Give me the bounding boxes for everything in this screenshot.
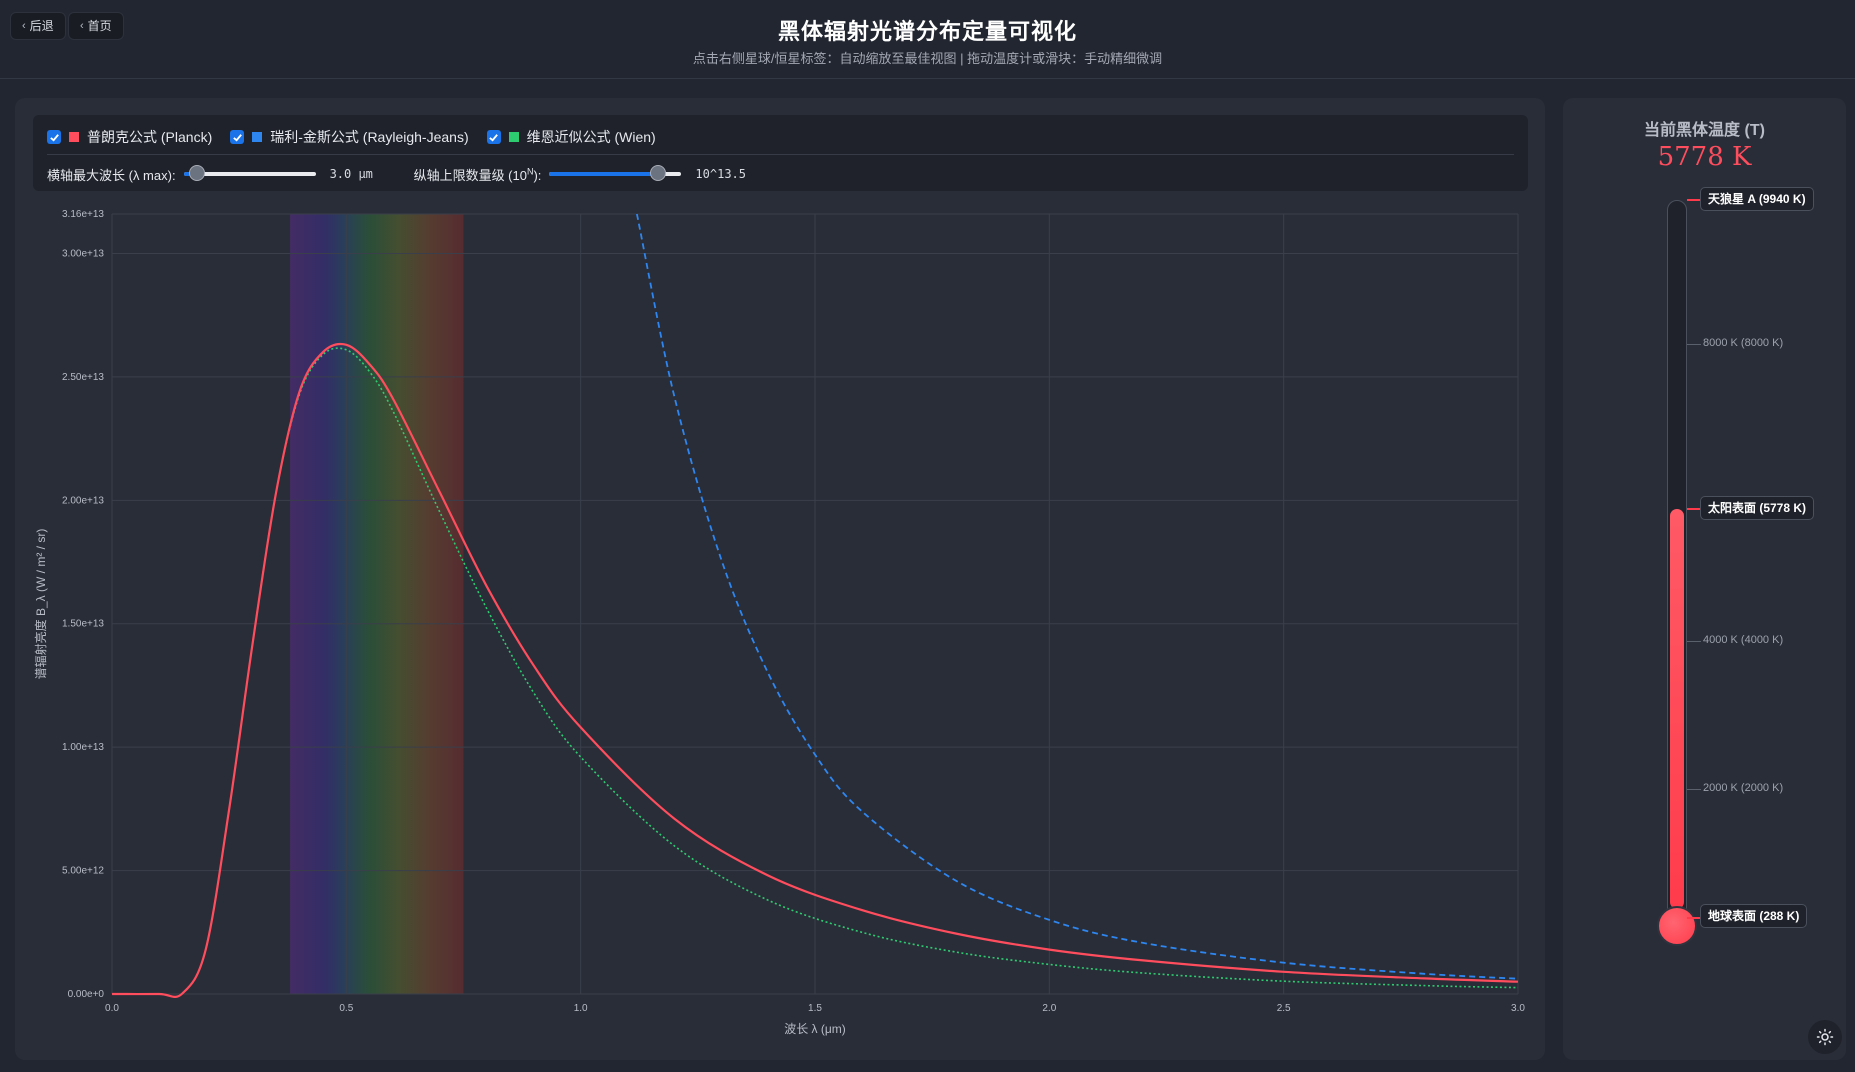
spectrum-chart: 0.00e+0 5.00e+12 1.00e+13 1.50e+13 2.00e+13 2… bbox=[33, 209, 1525, 1036]
y-tick-label: 3.00e+13 bbox=[62, 248, 104, 259]
star-tag-sirius[interactable]: 天狼星 A (9940 K) bbox=[1700, 187, 1814, 211]
legend-item-wien[interactable]: 维恩近似公式 (Wien) bbox=[486, 127, 656, 147]
slider-row: 横轴最大波长 (λ max): 3.0 μm 纵轴上限数量级 (10N): 10… bbox=[47, 162, 746, 186]
legend-label-wien: 维恩近似公式 (Wien) bbox=[526, 129, 656, 145]
y-tick-label: 1.50e+13 bbox=[62, 619, 104, 630]
thermo-tick-label-4000: 4000 K (4000 K) bbox=[1703, 634, 1784, 646]
legend: 普朗克公式 (Planck) 瑞利-金斯公式 (Rayleigh-Jeans) … bbox=[47, 126, 674, 148]
ymax-label-text: 纵轴上限数量级 (10 bbox=[413, 167, 527, 183]
thermo-tick-label-2000: 2000 K (2000 K) bbox=[1703, 782, 1784, 794]
chart-panel: 普朗克公式 (Planck) 瑞利-金斯公式 (Rayleigh-Jeans) … bbox=[15, 98, 1545, 1060]
chart-controls: 普朗克公式 (Planck) 瑞利-金斯公式 (Rayleigh-Jeans) … bbox=[33, 115, 1528, 191]
legend-label-rayleigh-jeans: 瑞利-金斯公式 (Rayleigh-Jeans) bbox=[270, 129, 469, 145]
temperature-title: 当前黑体温度 (T) bbox=[1644, 122, 1765, 139]
star-tag-sun[interactable]: 太阳表面 (5778 K) bbox=[1700, 496, 1815, 520]
thermo-tick bbox=[1687, 641, 1701, 642]
series-line-rayleigh-jeans bbox=[636, 213, 1519, 980]
check-icon bbox=[49, 133, 59, 142]
x-tick-label: 2.5 bbox=[1277, 1003, 1291, 1014]
theme-toggle-button[interactable] bbox=[1808, 1020, 1842, 1054]
y-tick-label: 5.00e+12 bbox=[62, 866, 104, 877]
ymax-slider-fill bbox=[549, 172, 658, 176]
thermometer-fill[interactable] bbox=[1670, 509, 1684, 909]
thermo-tick-label-8000: 8000 K (8000 K) bbox=[1703, 337, 1784, 349]
header-bar: ‹ 后退 ‹ 首页 黑体辐射光谱分布定量可视化 点击右侧星球/恒星标签：自动缩放… bbox=[0, 0, 1855, 79]
y-tick-label: 2.00e+13 bbox=[62, 495, 104, 506]
xmax-slider-handle[interactable] bbox=[188, 165, 205, 181]
x-tick-label: 3.0 bbox=[1511, 1003, 1525, 1014]
checkbox-planck[interactable] bbox=[47, 130, 61, 144]
page-subtitle: 点击右侧星球/恒星标签：自动缩放至最佳视图 | 拖动温度计或滑块：手动精细微调 bbox=[692, 51, 1163, 66]
thermometer-panel: 当前黑体温度 (T) 5778 K 8000 K (8000 K) 4000 K… bbox=[1563, 98, 1846, 1060]
xmax-slider[interactable] bbox=[183, 165, 316, 181]
xmax-slider-label: 横轴最大波长 (λ max): bbox=[47, 167, 176, 183]
thermometer-bulb[interactable] bbox=[1657, 906, 1697, 946]
legend-swatch-wien bbox=[508, 132, 519, 142]
visible-spectrum-band bbox=[290, 214, 464, 994]
x-tick-label: 0.5 bbox=[339, 1003, 353, 1014]
ymax-slider-handle[interactable] bbox=[649, 165, 666, 181]
check-icon bbox=[489, 133, 498, 142]
ymax-slider[interactable] bbox=[549, 165, 682, 181]
thermo-tick bbox=[1687, 789, 1701, 790]
controls-divider bbox=[47, 154, 1514, 155]
y-tick-label: 0.00e+0 bbox=[68, 989, 105, 1000]
page-title: 黑体辐射光谱分布定量可视化 bbox=[777, 19, 1077, 44]
legend-label-planck: 普朗克公式 (Planck) bbox=[87, 129, 213, 145]
check-icon bbox=[232, 133, 242, 142]
ymax-slider-label: 纵轴上限数量级 (10N): bbox=[414, 165, 542, 184]
legend-swatch-rayleigh-jeans bbox=[252, 132, 263, 142]
y-tick-label: 2.50e+13 bbox=[62, 372, 104, 383]
x-tick-label: 2.0 bbox=[1042, 1003, 1056, 1014]
sun-icon bbox=[1816, 1028, 1834, 1046]
y-axis-label: 谱辐射亮度 B_λ (W / m² / sr) bbox=[33, 529, 48, 680]
ymax-value: 10^13.5 bbox=[695, 167, 746, 181]
checkbox-wien[interactable] bbox=[486, 130, 501, 144]
temperature-value: 5778 K bbox=[1657, 142, 1752, 172]
ymax-label-end: ): bbox=[533, 167, 542, 183]
y-tick-label: 3.16e+13 bbox=[62, 209, 104, 220]
x-tick-label: 1.5 bbox=[808, 1003, 822, 1014]
y-tick-label: 1.00e+13 bbox=[62, 742, 104, 753]
x-axis-label: 波长 λ (μm) bbox=[784, 1022, 846, 1036]
legend-item-rayleigh-jeans[interactable]: 瑞利-金斯公式 (Rayleigh-Jeans) bbox=[230, 127, 469, 147]
thermo-tick bbox=[1687, 344, 1701, 345]
legend-item-planck[interactable]: 普朗克公式 (Planck) bbox=[47, 127, 212, 147]
xmax-value: 3.0 μm bbox=[329, 167, 373, 181]
legend-swatch-planck bbox=[69, 132, 79, 142]
checkbox-rayleigh-jeans[interactable] bbox=[230, 130, 245, 144]
x-tick-label: 1.0 bbox=[574, 1003, 588, 1014]
x-tick-label: 0.0 bbox=[105, 1003, 119, 1014]
star-tag-earth[interactable]: 地球表面 (288 K) bbox=[1700, 904, 1808, 928]
